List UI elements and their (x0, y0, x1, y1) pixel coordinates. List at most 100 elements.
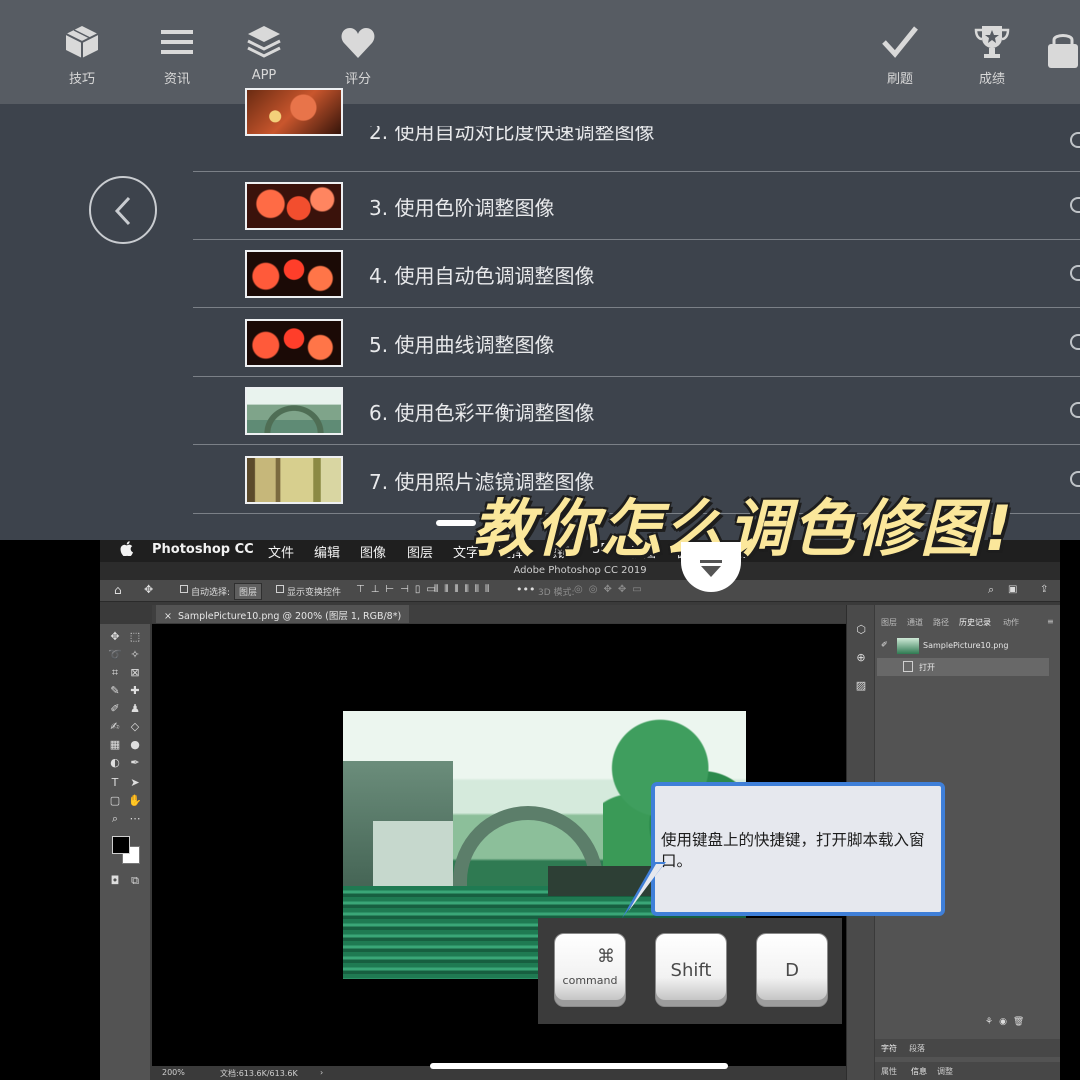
eraser-tool-icon[interactable]: ◇ (128, 720, 142, 734)
transform-checkbox[interactable] (276, 585, 284, 593)
back-button[interactable] (89, 176, 157, 244)
lesson-title: 4. 使用自动色调调整图像 (369, 264, 595, 288)
headline-underline (436, 520, 476, 526)
marquee-tool-icon[interactable]: ⬚ (128, 630, 142, 644)
blur-tool-icon[interactable]: ● (128, 738, 142, 752)
screen-mode-icon[interactable]: ⧉ (128, 874, 142, 888)
tab-paths[interactable]: 路径 (933, 617, 949, 628)
history-brush-tool-icon[interactable]: ✍ (108, 720, 122, 734)
chevron-right-icon (1070, 402, 1080, 418)
tab-character[interactable]: 字符 (881, 1043, 897, 1054)
brush-source-icon[interactable]: ✐ (881, 640, 888, 649)
search-icon[interactable]: ⌕ (988, 583, 994, 597)
zoom-tool-icon[interactable]: ⌕ (108, 812, 122, 826)
document-tab[interactable]: × SamplePicture10.png @ 200% (图层 1, RGB/8… (156, 605, 410, 623)
dodge-tool-icon[interactable]: ◐ (108, 756, 122, 770)
frame-tool-icon[interactable]: ⊠ (128, 666, 142, 680)
brush-tool-icon[interactable]: ✐ (108, 702, 122, 716)
hand-tool-icon[interactable]: ✋ (128, 794, 142, 808)
chevron-left-icon (114, 196, 131, 226)
crop-tool-icon[interactable]: ⌗ (108, 666, 122, 680)
key-shift: Shift (655, 933, 727, 1007)
menu-item[interactable]: 图像 (360, 542, 386, 561)
foreground-color-swatch[interactable] (112, 836, 130, 854)
command-icon: ⌘ (597, 946, 615, 967)
tab-properties[interactable]: 属性 (881, 1066, 897, 1077)
close-tab-icon[interactable]: × (164, 611, 172, 622)
move-tool-icon[interactable]: ✥ (144, 583, 153, 596)
stamp-tool-icon[interactable]: ♟ (128, 702, 142, 716)
tutorial-app: 技巧 资讯 APP 评分 刷题 成绩 2. 使用自动对比度快速调整图像 3. 使… (0, 0, 1080, 540)
nav-label: APP (251, 68, 277, 83)
nav-item-rating[interactable]: 评分 (318, 22, 398, 92)
align-icons[interactable]: ⊤⊥⊢⊣▯▭ (356, 584, 442, 595)
layer-select[interactable]: 图层 (234, 583, 263, 600)
status-arrow-icon[interactable]: › (320, 1068, 323, 1077)
nav-label: 资讯 (163, 72, 190, 87)
document-icon (903, 661, 913, 672)
tab-actions[interactable]: 动作 (1003, 617, 1019, 628)
pen-tool-icon[interactable]: ✒ (128, 756, 142, 770)
image-panel-icon[interactable]: ▨ (854, 679, 868, 693)
nav-item-partial[interactable] (1046, 30, 1080, 70)
nav-item-news[interactable]: 资讯 (137, 22, 217, 92)
menu-item[interactable]: 编辑 (314, 542, 340, 561)
tab-layers[interactable]: 图层 (881, 617, 897, 628)
quick-mask-icon[interactable]: ◘ (108, 874, 122, 888)
workspace-icon[interactable]: ▣ (1008, 584, 1017, 595)
healing-tool-icon[interactable]: ✚ (128, 684, 142, 698)
type-tool-icon[interactable]: T (108, 776, 122, 790)
eyedropper-tool-icon[interactable]: ✎ (108, 684, 122, 698)
history-snapshot[interactable]: ✐ SamplePicture10.png (877, 637, 1049, 655)
menu-item[interactable]: 图层 (407, 542, 433, 561)
panel-menu-icon[interactable]: ≡ (1047, 617, 1054, 626)
lesson-row[interactable]: 5. 使用曲线调整图像 (193, 309, 1080, 377)
magic-wand-tool-icon[interactable]: ✧ (128, 648, 142, 662)
arrow-down-icon (700, 560, 722, 577)
more-icon[interactable]: ••• (516, 583, 535, 596)
tab-paragraph[interactable]: 段落 (909, 1043, 925, 1054)
history-step[interactable]: 打开 (877, 658, 1049, 676)
lasso-tool-icon[interactable]: ➰ (108, 648, 122, 662)
adjust-panel-icon[interactable]: ⊕ (854, 651, 868, 665)
tab-history[interactable]: 历史记录 (959, 617, 991, 628)
shape-tool-icon[interactable]: ▢ (108, 794, 122, 808)
move-tool-icon[interactable]: ✥ (108, 630, 122, 644)
lesson-row[interactable]: 3. 使用色阶调整图像 (193, 172, 1080, 240)
nav-item-tips[interactable]: 技巧 (42, 22, 122, 92)
share-icon[interactable]: ⇪ (1040, 584, 1048, 595)
zoom-level[interactable]: 200% (162, 1068, 185, 1077)
lesson-thumbnail (245, 387, 343, 435)
lesson-row[interactable]: 2. 使用自动对比度快速调整图像 (193, 88, 1080, 172)
chevron-right-icon (1070, 265, 1080, 281)
tab-adjustments[interactable]: 调整 (937, 1066, 953, 1077)
gradient-tool-icon[interactable]: ▦ (108, 738, 122, 752)
home-icon[interactable]: ⌂ (114, 583, 122, 597)
nav-item-practice[interactable]: 刷题 (860, 22, 940, 92)
3d-mode-label: 3D 模式: (538, 588, 575, 598)
3d-panel-icon[interactable]: ⬡ (854, 623, 868, 637)
history-label: 打开 (919, 663, 935, 672)
lesson-row[interactable]: 6. 使用色彩平衡调整图像 (193, 377, 1080, 445)
menu-app-name[interactable]: Photoshop CC (152, 542, 254, 557)
menu-item[interactable]: 文件 (268, 542, 294, 561)
nav-item-app[interactable]: APP (224, 22, 304, 92)
key-label: D (785, 960, 799, 981)
transform-label: 显示变换控件 (287, 588, 342, 598)
chevron-right-icon (1070, 132, 1080, 148)
lesson-row[interactable]: 4. 使用自动色调调整图像 (193, 240, 1080, 308)
path-select-tool-icon[interactable]: ➤ (128, 776, 142, 790)
more-tools-icon[interactable]: ⋯ (128, 812, 142, 826)
lesson-thumbnail (245, 250, 343, 298)
headline-overlay: 教你怎么调色修图! (472, 492, 1015, 565)
nav-item-score[interactable]: 成绩 (952, 22, 1032, 92)
keyboard-shortcut-panel: ⌘ command Shift D (538, 918, 842, 1024)
tab-info[interactable]: 信息 (911, 1066, 927, 1077)
apple-icon[interactable] (120, 541, 133, 560)
auto-select-checkbox[interactable] (180, 585, 188, 593)
distribute-icons[interactable]: ⫴⫴⫴⫴⫴⫴ (434, 584, 495, 595)
document-tabs: × SamplePicture10.png @ 200% (图层 1, RGB/8… (152, 605, 846, 623)
tab-channels[interactable]: 通道 (907, 617, 923, 628)
home-indicator[interactable] (430, 1063, 728, 1069)
history-actions-icons[interactable]: ⚘◉🗑 (985, 1017, 1030, 1027)
